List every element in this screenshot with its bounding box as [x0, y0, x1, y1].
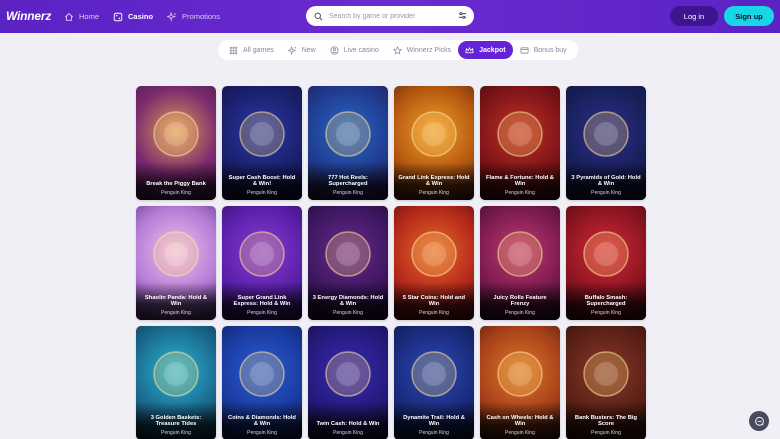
nav-home[interactable]: Home [64, 12, 99, 22]
game-title: Cash on Wheels: Hold & Win [486, 414, 554, 428]
category-tabs: All games New Live casino Winnerz Picks … [218, 40, 578, 60]
game-title: Shaolin Panda: Hold & Win [144, 294, 208, 308]
game-provider: Penguin King [247, 190, 277, 196]
game-card[interactable]: Dynamite Trail: Hold & Win Penguin King [394, 326, 474, 439]
game-provider: Penguin King [591, 190, 621, 196]
tab-jackpot[interactable]: Jackpot [458, 41, 513, 59]
game-card[interactable]: Buffalo Smash: Supercharged Penguin King [566, 206, 646, 320]
game-card[interactable]: Grand Link Express: Hold & Win Penguin Ki… [394, 86, 474, 200]
star-icon [392, 45, 402, 55]
game-card[interactable]: 3 Pyramids of Gold: Hold & Win Penguin Ki… [566, 86, 646, 200]
game-provider: Penguin King [333, 430, 363, 436]
game-provider: Penguin King [505, 430, 535, 436]
tab-all-games-label: All games [243, 46, 274, 54]
game-title: Grand Link Express: Hold & Win [398, 174, 470, 188]
game-title: 3 Golden Baskets: Treasure Tides [150, 414, 202, 428]
game-title: 3 Energy Diamonds: Hold & Win [312, 294, 384, 308]
tab-new[interactable]: New [281, 41, 323, 59]
game-card[interactable]: Break the Piggy Bank Penguin King [136, 86, 216, 200]
chat-icon [754, 416, 764, 426]
game-provider: Penguin King [333, 190, 363, 196]
nav-promotions-label: Promotions [182, 12, 220, 21]
game-provider: Penguin King [505, 190, 535, 196]
game-title: 777 Hot Reels: Supercharged [328, 174, 368, 188]
game-provider: Penguin King [333, 310, 363, 316]
main-nav: Home Casino Promotions [64, 0, 220, 33]
game-card[interactable]: Super Grand Link Express: Hold & Win Peng… [222, 206, 302, 320]
tab-live-casino-label: Live casino [343, 46, 379, 54]
game-title: Twin Cash: Hold & Win [316, 421, 380, 428]
tab-winnerz-picks[interactable]: Winnerz Picks [386, 41, 458, 59]
chat-button[interactable] [749, 411, 769, 431]
tab-bonus-buy[interactable]: Bonus buy [513, 41, 574, 59]
game-card[interactable]: Cash on Wheels: Hold & Win Penguin King [480, 326, 560, 439]
filter-icon[interactable] [458, 11, 467, 20]
game-card[interactable]: Super Cash Boost: Hold & Win! Penguin Kin… [222, 86, 302, 200]
game-provider: Penguin King [247, 430, 277, 436]
game-card[interactable]: 3 Golden Baskets: Treasure Tides Penguin … [136, 326, 216, 439]
tab-bonus-buy-label: Bonus buy [533, 46, 567, 54]
search-input[interactable] [329, 12, 454, 20]
game-provider: Penguin King [591, 310, 621, 316]
game-provider: Penguin King [161, 190, 191, 196]
search-bar[interactable] [306, 6, 474, 26]
nav-casino[interactable]: Casino [113, 12, 153, 22]
game-title: Super Cash Boost: Hold & Win! [228, 174, 296, 188]
crown-icon [465, 46, 474, 53]
tab-new-label: New [301, 46, 316, 54]
sparkle-icon [287, 45, 297, 55]
logo[interactable]: Winnerz [6, 9, 51, 23]
live-icon [330, 45, 339, 55]
card-icon [520, 46, 529, 54]
nav-home-label: Home [79, 12, 100, 21]
tab-winnerz-picks-label: Winnerz Picks [406, 46, 452, 54]
game-provider: Penguin King [161, 430, 191, 436]
game-title: Super Grand Link Express: Hold & Win [233, 294, 291, 308]
top-header: Winnerz Home Casino Promotions Log in Si… [0, 0, 780, 33]
game-title: Flame & Fortune: Hold & Win [486, 174, 554, 188]
sparkle-icon [167, 11, 177, 22]
game-card[interactable]: 777 Hot Reels: Supercharged Penguin King [308, 86, 388, 200]
game-provider: Penguin King [161, 310, 191, 316]
game-card[interactable]: Shaolin Panda: Hold & Win Penguin King [136, 206, 216, 320]
game-title: Buffalo Smash: Supercharged [584, 294, 628, 308]
nav-casino-label: Casino [128, 12, 154, 21]
game-card[interactable]: Twin Cash: Hold & Win Penguin King [308, 326, 388, 439]
tab-all-games[interactable]: All games [222, 41, 281, 59]
search-icon [314, 12, 323, 20]
grid-icon [229, 46, 238, 54]
game-provider: Penguin King [505, 310, 535, 316]
game-card[interactable]: Flame & Fortune: Hold & Win Penguin King [480, 86, 560, 200]
game-card[interactable]: Coins & Diamonds: Hold & Win Penguin King [222, 326, 302, 439]
game-card[interactable]: Juicy Rolls Feature Frenzy Penguin King [480, 206, 560, 320]
tab-jackpot-label: Jackpot [479, 46, 506, 54]
login-button[interactable]: Log in [670, 6, 718, 26]
game-title: Dynamite Trail: Hold & Win [403, 414, 465, 428]
game-title: Bank Busters: The Big Score [574, 414, 638, 428]
game-provider: Penguin King [591, 430, 621, 436]
casino-icon [113, 12, 123, 21]
game-provider: Penguin King [419, 430, 449, 436]
tab-live-casino[interactable]: Live casino [323, 41, 386, 59]
game-title: Break the Piggy Bank [146, 181, 206, 188]
game-card[interactable]: Bank Busters: The Big Score Penguin King [566, 326, 646, 439]
game-card[interactable]: 3 Energy Diamonds: Hold & Win Penguin Kin… [308, 206, 388, 320]
game-title: 5 Star Coins: Hold and Win [402, 294, 466, 308]
game-provider: Penguin King [419, 310, 449, 316]
game-provider: Penguin King [247, 310, 277, 316]
home-icon [64, 12, 74, 21]
game-title: Juicy Rolls Feature Frenzy [493, 294, 547, 308]
game-provider: Penguin King [419, 190, 449, 196]
game-card[interactable]: 5 Star Coins: Hold and Win Penguin King [394, 206, 474, 320]
game-title: Coins & Diamonds: Hold & Win [228, 414, 296, 428]
signup-button[interactable]: Sign up [724, 6, 774, 26]
nav-promotions[interactable]: Promotions [167, 11, 220, 22]
game-title: 3 Pyramids of Gold: Hold & Win [571, 174, 641, 188]
